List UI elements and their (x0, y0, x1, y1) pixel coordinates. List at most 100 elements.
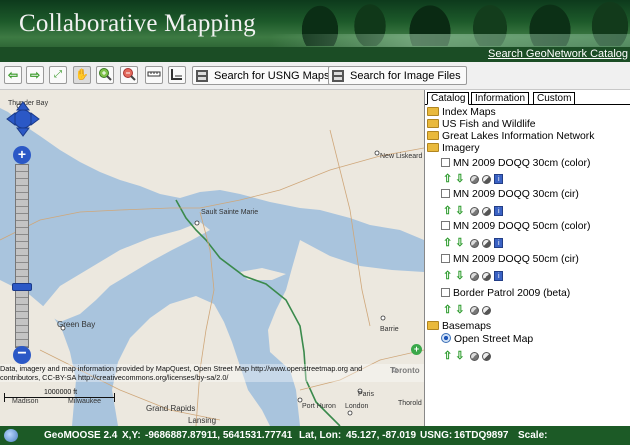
opacity-down-icon[interactable] (470, 238, 480, 248)
map-attribution: Data, imagery and map information provid… (0, 364, 424, 382)
folder-label: Great Lakes Information Network (442, 131, 595, 142)
folder-great-lakes[interactable]: Great Lakes Information Network (427, 130, 595, 143)
zoom-out-control[interactable]: − (13, 346, 31, 364)
pan-control[interactable] (6, 101, 40, 137)
opacity-down-icon[interactable] (470, 174, 480, 184)
catalog-tree: Index Maps US Fish and Wildlife Great La… (425, 106, 630, 426)
pan-down-icon (16, 127, 30, 137)
search-usng-maps-label: Search for USNG Maps (214, 69, 330, 82)
folder-basemaps[interactable]: Basemaps (427, 320, 492, 333)
opacity-down-icon[interactable] (470, 206, 480, 216)
layer-controls: ⇧ ⇩ i (443, 270, 506, 283)
overview-toggle-button[interactable]: + (411, 344, 422, 355)
plus-icon: + (413, 344, 420, 354)
layer-label: MN 2009 DOQQ 50cm (color) (453, 221, 591, 232)
search-usng-maps-button[interactable]: Search for USNG Maps (192, 66, 336, 85)
layer-controls: ⇧ ⇩ i (443, 173, 506, 186)
zoom-slider-handle[interactable] (12, 283, 32, 291)
map-label-thorold: Thorold (398, 400, 422, 407)
layer-checkbox[interactable] (441, 157, 450, 167)
panel-tabs: Catalog Information Custom (425, 90, 630, 105)
measure-area-button[interactable] (168, 66, 186, 84)
full-extent-button[interactable]: ⤢ (49, 66, 67, 84)
folder-us-fish-wildlife[interactable]: US Fish and Wildlife (427, 118, 536, 131)
next-extent-button[interactable]: ⇨ (26, 66, 44, 84)
folder-icon (427, 118, 439, 128)
search-image-files-label: Search for Image Files (350, 69, 461, 82)
layer-info-icon[interactable]: i (494, 206, 504, 216)
pan-button[interactable]: ✋ (73, 66, 91, 84)
map-view[interactable]: Thunder Bay New Liskeard Sault Sainte Ma… (0, 90, 424, 426)
zoom-out-button[interactable] (120, 66, 138, 84)
folder-icon (427, 106, 439, 116)
attribution-line-2: contributors, CC-BY-SA http://creativeco… (0, 373, 229, 382)
status-bar: GeoMOOSE 2.4 X,Y: -9686887.87911, 564153… (0, 426, 630, 445)
opacity-up-icon[interactable] (482, 174, 492, 184)
opacity-up-icon[interactable] (482, 305, 492, 315)
move-up-icon[interactable]: ⇧ (443, 350, 452, 362)
search-image-files-button[interactable]: Search for Image Files (328, 66, 467, 85)
layer-info-icon[interactable]: i (494, 174, 504, 184)
layer-row[interactable]: MN 2009 DOQQ 50cm (cir) (441, 253, 579, 266)
folder-index-maps[interactable]: Index Maps (427, 106, 496, 119)
move-down-icon[interactable]: ⇩ (455, 205, 464, 217)
layer-checkbox[interactable] (441, 220, 450, 230)
scale-bar-label: 1000000 ft (44, 389, 78, 396)
opacity-down-icon[interactable] (470, 271, 480, 281)
layer-row[interactable]: MN 2009 DOQQ 30cm (color) (441, 157, 590, 170)
full-extent-icon: ⤢ (54, 69, 62, 80)
move-down-icon[interactable]: ⇩ (455, 237, 464, 249)
scale-bar: 1000000 ft (4, 389, 124, 405)
move-up-icon[interactable]: ⇧ (443, 270, 452, 282)
layer-checkbox[interactable] (441, 188, 450, 198)
move-up-icon[interactable]: ⇧ (443, 173, 452, 185)
app-title: Collaborative Mapping (19, 10, 256, 37)
map-label-lansing: Lansing (188, 416, 217, 425)
pan-right-icon (30, 112, 40, 126)
layer-info-icon[interactable]: i (494, 238, 504, 248)
layer-radio-selected[interactable] (441, 333, 451, 344)
layer-row[interactable]: MN 2009 DOQQ 50cm (color) (441, 220, 591, 233)
tab-catalog[interactable]: Catalog (427, 92, 470, 105)
opacity-up-icon[interactable] (482, 238, 492, 248)
layer-label: MN 2009 DOQQ 30cm (cir) (453, 189, 579, 200)
usng-value: 16TDQ9897 (454, 430, 509, 441)
zoom-slider-track[interactable] (15, 164, 29, 348)
previous-extent-button[interactable]: ⇦ (4, 66, 22, 84)
arrow-left-icon: ⇦ (7, 68, 19, 82)
layer-row[interactable]: MN 2009 DOQQ 30cm (cir) (441, 188, 579, 201)
layer-checkbox[interactable] (441, 253, 450, 263)
opacity-down-icon[interactable] (470, 305, 480, 315)
move-down-icon[interactable]: ⇩ (455, 304, 464, 316)
opacity-up-icon[interactable] (482, 206, 492, 216)
pan-hand-icon: ✋ (75, 68, 89, 81)
tab-custom[interactable]: Custom (533, 92, 576, 105)
arrow-right-icon: ⇨ (29, 68, 41, 82)
measure-length-button[interactable] (145, 66, 163, 84)
zoom-in-button[interactable] (96, 66, 114, 84)
scale-label: Scale: (518, 430, 548, 441)
globe-icon (4, 429, 18, 442)
layer-controls: ⇧ ⇩ i (443, 237, 506, 250)
move-down-icon[interactable]: ⇩ (455, 173, 464, 185)
layer-info-icon[interactable]: i (494, 271, 504, 281)
layer-row[interactable]: Open Street Map (441, 333, 534, 346)
folder-imagery[interactable]: Imagery (427, 142, 480, 155)
move-down-icon[interactable]: ⇩ (455, 270, 464, 282)
search-geonetwork-link[interactable]: Search GeoNetwork Catalog (488, 47, 628, 62)
measure-area-icon (170, 67, 184, 83)
opacity-up-icon[interactable] (482, 271, 492, 281)
move-up-icon[interactable]: ⇧ (443, 205, 452, 217)
zoom-in-control[interactable]: + (13, 146, 31, 164)
opacity-up-icon[interactable] (482, 351, 492, 361)
layer-label: Open Street Map (454, 334, 534, 345)
layer-checkbox[interactable] (441, 287, 450, 297)
folder-label: Basemaps (442, 321, 492, 332)
move-up-icon[interactable]: ⇧ (443, 237, 452, 249)
layer-label: MN 2009 DOQQ 50cm (cir) (453, 254, 579, 265)
move-up-icon[interactable]: ⇧ (443, 304, 452, 316)
tab-information[interactable]: Information (471, 92, 530, 105)
move-down-icon[interactable]: ⇩ (455, 350, 464, 362)
opacity-down-icon[interactable] (470, 351, 480, 361)
layer-row[interactable]: Border Patrol 2009 (beta) (441, 287, 570, 300)
